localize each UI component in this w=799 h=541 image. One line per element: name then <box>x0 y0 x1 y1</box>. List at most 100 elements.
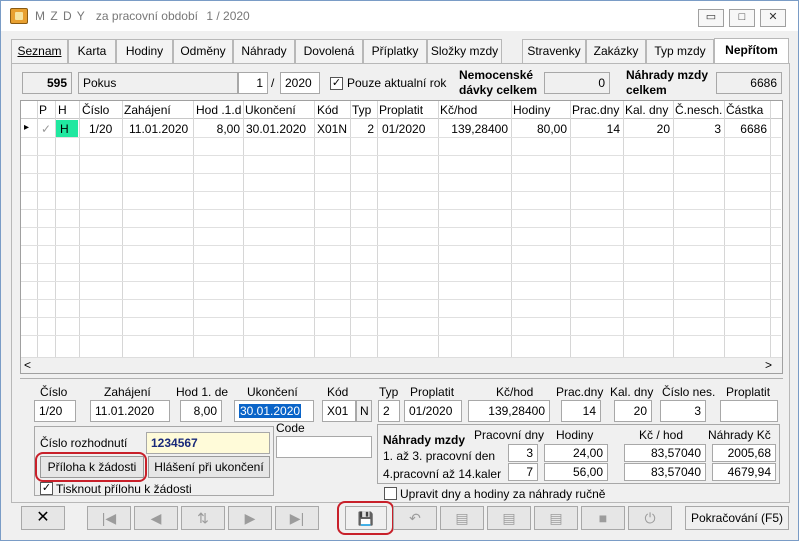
continue-button[interactable]: Pokračování (F5) <box>685 506 789 530</box>
row-marker-icon: ▸ <box>24 122 30 133</box>
tab-zakazky[interactable]: Zakázky <box>586 39 646 63</box>
last-icon: ▶| <box>289 510 305 526</box>
manual-adjust-checkbox[interactable] <box>384 487 397 500</box>
grid-line <box>37 101 38 357</box>
last-record-button[interactable]: ▶| <box>275 506 319 530</box>
tab-seznam[interactable]: Seznam <box>11 39 68 63</box>
only-current-year-checkbox[interactable]: ✓ <box>330 77 343 90</box>
close-button[interactable]: ✕ <box>760 9 786 27</box>
col-kc-hod[interactable]: Kč/hod <box>440 103 477 117</box>
cell-p[interactable]: ✓ <box>41 122 51 136</box>
minimize-button[interactable]: ▭ <box>698 9 724 27</box>
col-c-nesch[interactable]: Č.nesch. <box>675 103 722 117</box>
stop-icon: ■ <box>598 510 608 526</box>
sort-button[interactable]: ⇅ <box>181 506 225 530</box>
zahajeni-field[interactable]: 11.01.2020 <box>90 400 170 422</box>
col-kal-dny[interactable]: Kal. dny <box>625 103 668 117</box>
absence-grid[interactable]: P H Číslo Zahájení Hod .1.d Ukončení Kód… <box>20 100 783 374</box>
comp-row-1-hours[interactable]: 24,00 <box>544 444 608 462</box>
label-prac-dny: Prac.dny <box>556 385 604 399</box>
col-kod[interactable]: Kód <box>317 103 338 117</box>
tab-nepritom[interactable]: Nepřítom <box>714 38 789 63</box>
col-hod1d[interactable]: Hod .1.d <box>196 103 241 117</box>
close-form-button[interactable]: ✕ <box>21 506 65 530</box>
cislo-rozhodnuti-field[interactable]: 1234567 <box>146 432 270 454</box>
proplatit-field[interactable]: 01/2020 <box>404 400 462 422</box>
col-typ[interactable]: Typ <box>352 103 371 117</box>
ukonceni-field[interactable]: 30.01.2020 <box>234 400 314 422</box>
tab-priplatky[interactable]: Příplatky <box>363 39 427 63</box>
col-castka[interactable]: Částka <box>726 103 763 117</box>
stop-button[interactable]: ■ <box>581 506 625 530</box>
horizontal-scrollbar[interactable]: < > <box>21 357 782 373</box>
cell-ukonceni[interactable]: 30.01.2020 <box>246 122 306 136</box>
delete-grid-icon: ▤ <box>455 510 469 526</box>
typ-field[interactable]: 2 <box>378 400 400 422</box>
prac-dny-field[interactable]: 14 <box>561 400 601 422</box>
tab-dovolena[interactable]: Dovolená <box>295 39 363 63</box>
cell-kod[interactable]: X01N <box>317 122 347 136</box>
proplatit2-field[interactable] <box>720 400 778 422</box>
title-bar: M Z D Y za pracovní období 1 / 2020 ▭ □ … <box>1 1 798 31</box>
comp-row-2-days[interactable]: 7 <box>508 463 538 481</box>
cell-cislo[interactable]: 1/20 <box>89 122 112 136</box>
tab-karta[interactable]: Karta <box>68 39 116 63</box>
prev-record-button[interactable]: ◀ <box>134 506 178 530</box>
scroll-left-icon[interactable]: < <box>24 358 31 372</box>
cell-typ[interactable]: 2 <box>350 122 374 136</box>
col-p[interactable]: P <box>39 103 47 117</box>
tab-slozky-mzdy[interactable]: Složky mzdy <box>427 39 502 63</box>
col-hodiny[interactable]: Hodiny <box>513 103 550 117</box>
kal-dny-field[interactable]: 20 <box>614 400 652 422</box>
print-attachment-checkbox[interactable]: ✓ <box>40 482 53 495</box>
month-field[interactable]: 1 <box>238 72 268 94</box>
tab-stravenky[interactable]: Stravenky <box>522 39 586 63</box>
row-line <box>21 191 781 192</box>
col-ukonceni[interactable]: Ukončení <box>245 103 296 117</box>
wage-comp-label-1: Náhrady mzdy <box>626 68 709 82</box>
cell-kc-hod[interactable]: 139,28400 <box>438 122 508 136</box>
col-prac-dny[interactable]: Prac.dny <box>572 103 619 117</box>
hod1de-field[interactable]: 8,00 <box>180 400 222 422</box>
cell-kal-dny[interactable]: 20 <box>623 122 670 136</box>
first-record-button[interactable]: |◀ <box>87 506 131 530</box>
power-button[interactable]: ⏻ <box>628 506 672 530</box>
cell-castka[interactable]: 6686 <box>724 122 767 136</box>
comp-row-1-days[interactable]: 3 <box>508 444 538 462</box>
delete-record-button[interactable]: ▤ <box>440 506 484 530</box>
comp-row-2-hours[interactable]: 56,00 <box>544 463 608 481</box>
copy-record-button[interactable]: ▤ <box>487 506 531 530</box>
hlaseni-button[interactable]: Hlášení při ukončení <box>148 456 270 478</box>
cell-prac-dny[interactable]: 14 <box>570 122 620 136</box>
comp-col-rate: Kč / hod <box>639 428 684 442</box>
cislo-nes-field[interactable]: 3 <box>660 400 706 422</box>
separator <box>20 378 783 379</box>
cell-zahajeni[interactable]: 11.01.2020 <box>129 122 188 136</box>
tab-label: Složky mzdy <box>430 44 499 58</box>
col-cislo[interactable]: Číslo <box>82 103 109 117</box>
col-zahajeni[interactable]: Zahájení <box>124 103 171 117</box>
cislo-field[interactable]: 1/20 <box>34 400 76 422</box>
cell-c-nesch[interactable]: 3 <box>673 122 721 136</box>
maximize-button[interactable]: □ <box>729 9 755 27</box>
kc-hod-field[interactable]: 139,28400 <box>468 400 550 422</box>
tab-hodiny[interactable]: Hodiny <box>116 39 173 63</box>
kod-field[interactable]: X01 <box>322 400 356 422</box>
scroll-right-icon[interactable]: > <box>765 358 772 372</box>
next-record-button[interactable]: ▶ <box>228 506 272 530</box>
tab-nahrady[interactable]: Náhrady <box>233 39 295 63</box>
col-h[interactable]: H <box>58 103 67 117</box>
tab-odmeny[interactable]: Odměny <box>173 39 233 63</box>
tab-typ-mzdy[interactable]: Typ mzdy <box>646 39 714 63</box>
undo-button[interactable]: ↶ <box>393 506 437 530</box>
cell-hodiny[interactable]: 80,00 <box>511 122 567 136</box>
year-field[interactable]: 2020 <box>280 72 320 94</box>
col-proplatit[interactable]: Proplatit <box>379 103 423 117</box>
cell-hod1d[interactable]: 8,00 <box>193 122 240 136</box>
code-field[interactable] <box>276 436 372 458</box>
cell-h[interactable]: H <box>56 120 78 137</box>
main-panel: 595 Pokus 1 / 2020 ✓ Pouze aktualní rok … <box>11 63 790 503</box>
cell-proplatit[interactable]: 01/2020 <box>382 122 425 136</box>
print-button[interactable]: ▤ <box>534 506 578 530</box>
ukonceni-selected-text: 30.01.2020 <box>239 404 302 418</box>
